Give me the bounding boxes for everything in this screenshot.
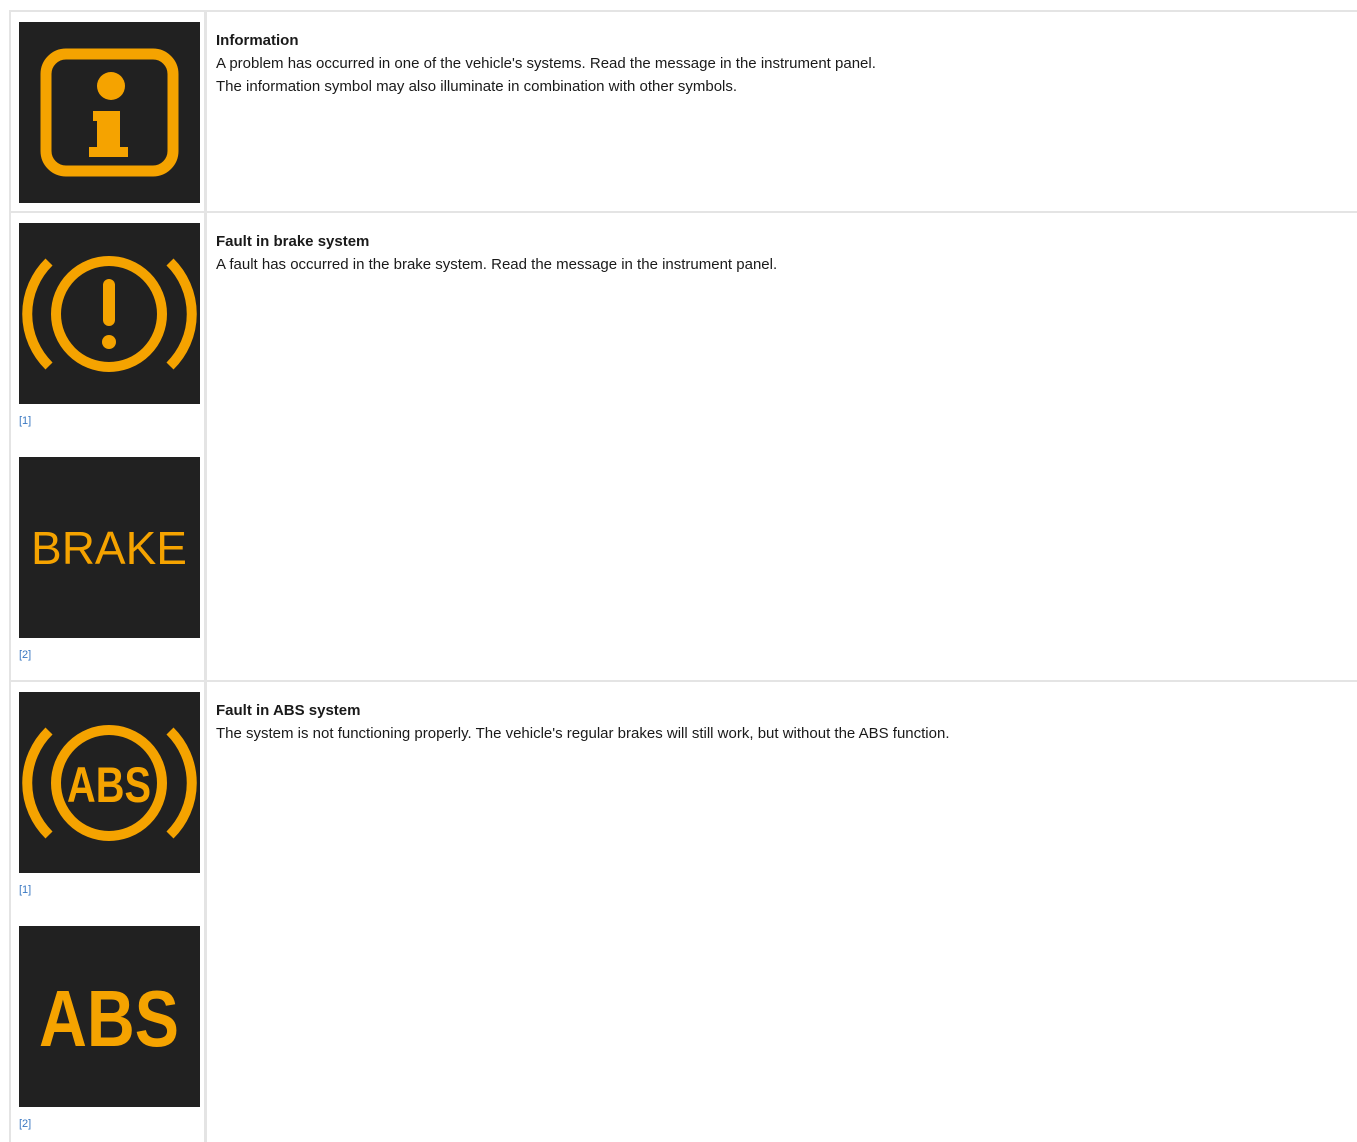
footnote-reference-link[interactable]: [2] [19, 648, 31, 662]
footnote-reference-link[interactable]: [2] [19, 1117, 31, 1131]
symbol-title: Fault in brake system [216, 233, 370, 250]
warning-symbols-table: Information A problem has occurred in on… [9, 10, 1357, 1142]
symbol-title: Fault in ABS system [216, 702, 361, 719]
description-cell: Fault in brake system A fault has occurr… [207, 213, 1357, 680]
symbol-title: Information [216, 32, 299, 49]
abs-text-label: ABS [39, 974, 179, 1063]
brake-text-icon: BRAKE [19, 457, 200, 638]
information-symbol-icon [19, 22, 200, 203]
table-row: ABS [1] ABS [2] Fault in ABS system The … [9, 682, 1357, 1142]
description-cell: Information A problem has occurred in on… [207, 12, 1357, 211]
abs-circle-text: ABS [67, 757, 151, 813]
abs-text-icon: ABS [19, 926, 200, 1107]
table-row: [1] BRAKE [2] Fault in brake system A fa… [9, 213, 1357, 682]
description-paragraph: The information symbol may also illumina… [216, 78, 738, 95]
brake-warning-circle-icon [19, 223, 200, 404]
footnote-reference-link[interactable]: [1] [19, 414, 31, 428]
abs-circle-icon: ABS [19, 692, 200, 873]
table-row: Information A problem has occurred in on… [9, 12, 1357, 213]
description-paragraph: The system is not functioning properly. … [216, 725, 950, 742]
symbol-cell: ABS [1] ABS [2] [9, 682, 207, 1142]
brake-text-label: BRAKE [31, 522, 187, 574]
symbol-cell [9, 12, 207, 211]
description-paragraph: A problem has occurred in one of the veh… [216, 55, 876, 72]
footnote-reference-link[interactable]: [1] [19, 883, 31, 897]
description-paragraph: A fault has occurred in the brake system… [216, 256, 778, 273]
symbol-cell: [1] BRAKE [2] [9, 213, 207, 680]
description-cell: Fault in ABS system The system is not fu… [207, 682, 1357, 1142]
